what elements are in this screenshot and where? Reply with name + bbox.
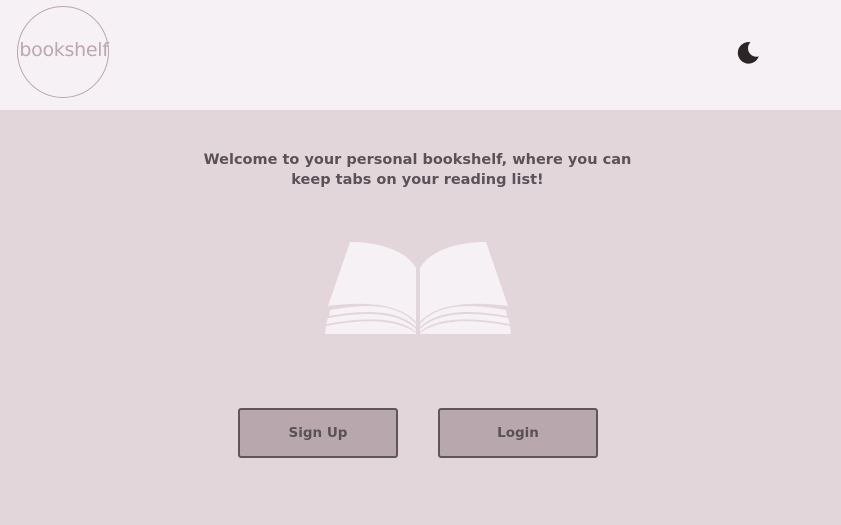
sign-up-button[interactable]: Sign Up [238, 408, 398, 458]
login-button[interactable]: Login [438, 408, 598, 458]
header-bar: bookshelf [0, 0, 841, 110]
logo-text: bookshelf [19, 39, 109, 61]
bookshelf-logo[interactable]: bookshelf [17, 6, 109, 98]
welcome-line-2: keep tabs on your reading list! [291, 172, 544, 188]
theme-toggle-button[interactable] [734, 39, 762, 67]
main-content: Welcome to your personal bookshelf, wher… [0, 110, 841, 525]
welcome-line-1: Welcome to your personal bookshelf, wher… [203, 152, 632, 168]
moon-icon [737, 42, 759, 64]
open-book-icon [325, 242, 511, 334]
welcome-message: Welcome to your personal bookshelf, wher… [190, 150, 645, 190]
